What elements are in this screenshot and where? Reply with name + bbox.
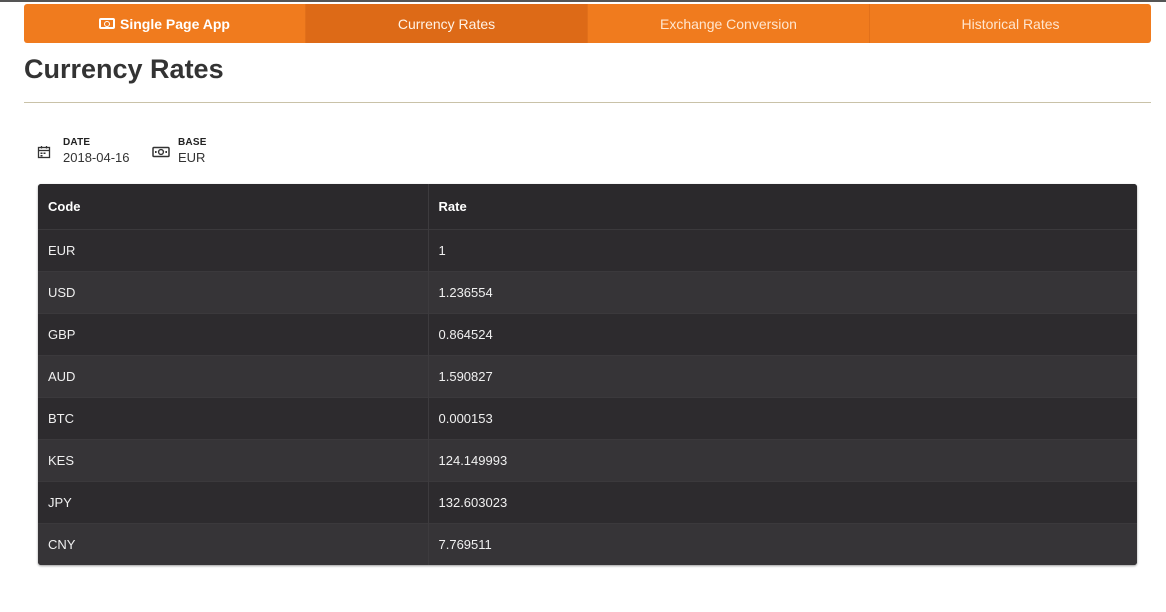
top-navbar: Single Page App Currency Rates Exchange … [24, 4, 1151, 43]
money-icon [152, 146, 170, 158]
table-row: USD 1.236554 [38, 271, 1137, 313]
table-row: AUD 1.590827 [38, 355, 1137, 397]
currency-code: KES [38, 439, 429, 481]
nav-item-label: Currency Rates [397, 15, 496, 32]
base-label: BASE [178, 137, 207, 148]
currency-rate: 124.149993 [428, 439, 1137, 481]
currency-code: BTC [38, 397, 429, 439]
money-icon [99, 18, 116, 29]
nav-item-currency-rates[interactable]: Currency Rates [306, 4, 588, 43]
rates-table-container: Code Rate EUR 1 USD 1.236554 GBP 0.86452… [38, 184, 1137, 565]
table-row: KES 124.149993 [38, 439, 1137, 481]
currency-rate: 0.864524 [428, 313, 1137, 355]
currency-rate: 132.603023 [428, 481, 1137, 523]
currency-rate: 0.000153 [428, 397, 1137, 439]
brand-label: Single Page App [120, 15, 230, 32]
column-header-rate: Rate [428, 184, 1137, 229]
table-row: EUR 1 [38, 229, 1137, 271]
title-divider [24, 102, 1151, 103]
table-row: JPY 132.603023 [38, 481, 1137, 523]
table-row: CNY 7.769511 [38, 523, 1137, 565]
currency-rate: 1.236554 [428, 271, 1137, 313]
nav-item-exchange-conversion[interactable]: Exchange Conversion [588, 4, 870, 43]
date-label: DATE [63, 137, 91, 148]
nav-item-label: Exchange Conversion [660, 15, 797, 32]
rates-table: Code Rate EUR 1 USD 1.236554 GBP 0.86452… [38, 184, 1137, 565]
currency-code: USD [38, 271, 429, 313]
table-row: BTC 0.000153 [38, 397, 1137, 439]
date-info: DATE 2018-04-16 [37, 138, 130, 164]
currency-code: JPY [38, 481, 429, 523]
window-top-border [0, 0, 1166, 2]
currency-rate: 1 [428, 229, 1137, 271]
currency-code: EUR [38, 229, 429, 271]
base-value: EUR [178, 150, 206, 165]
column-header-code: Code [38, 184, 429, 229]
currency-code: CNY [38, 523, 429, 565]
currency-rate: 7.769511 [428, 523, 1137, 565]
base-info: BASE EUR [152, 138, 207, 164]
table-header-row: Code Rate [38, 184, 1137, 229]
brand-link[interactable]: Single Page App [24, 4, 306, 43]
currency-code: AUD [38, 355, 429, 397]
nav-item-historical-rates[interactable]: Historical Rates [870, 4, 1151, 43]
currency-code: GBP [38, 313, 429, 355]
date-value: 2018-04-16 [63, 150, 130, 165]
page-title: Currency Rates [24, 54, 224, 84]
nav-item-label: Historical Rates [961, 15, 1060, 32]
table-row: GBP 0.864524 [38, 313, 1137, 355]
calendar-icon [37, 146, 51, 159]
currency-rate: 1.590827 [428, 355, 1137, 397]
